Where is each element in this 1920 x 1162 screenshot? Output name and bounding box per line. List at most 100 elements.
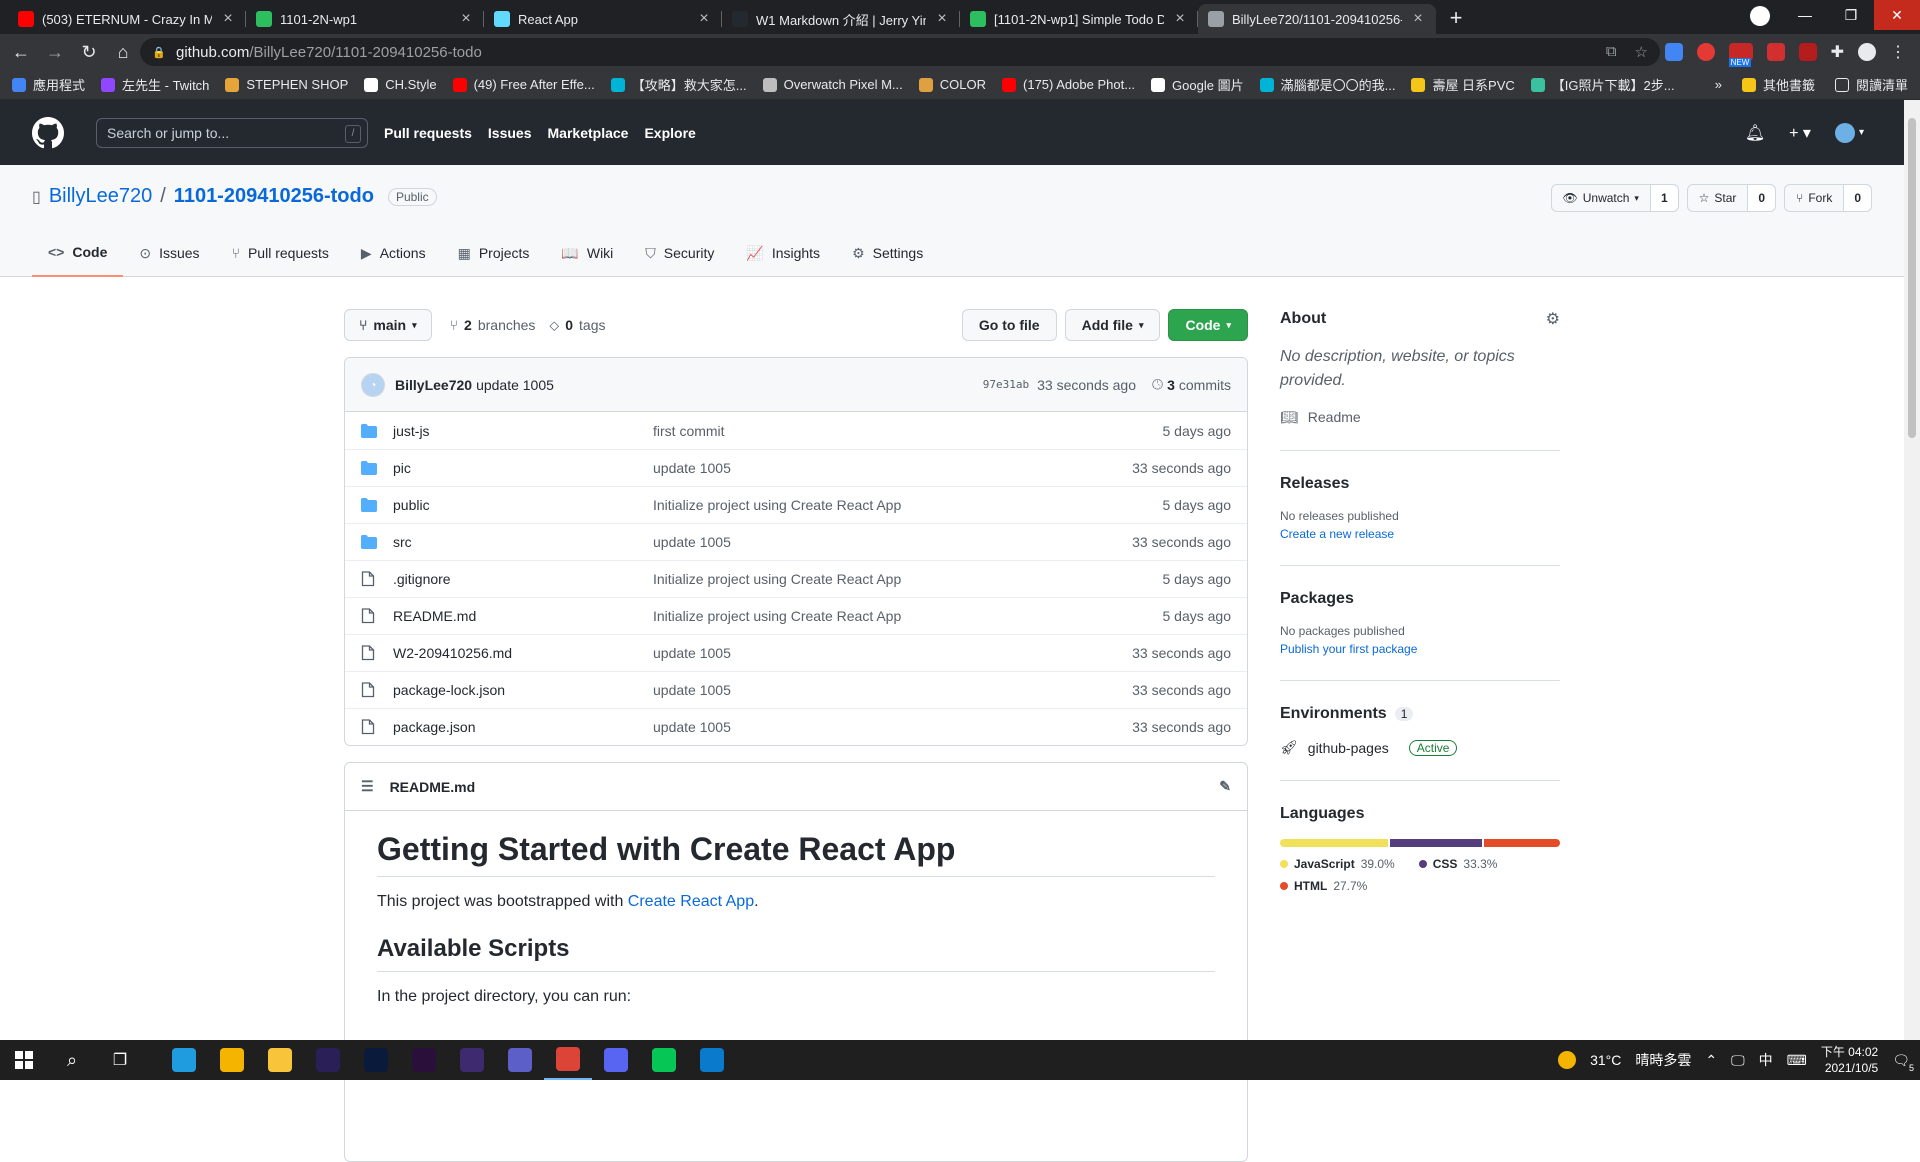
line-icon[interactable] (640, 1040, 688, 1080)
search-icon[interactable]: ⌕ (48, 1040, 96, 1080)
search-input[interactable]: Search or jump to... / (96, 117, 368, 148)
close-tab-icon[interactable]: × (220, 10, 236, 28)
ime-indicator[interactable]: 中 (1759, 1050, 1773, 1070)
commit-sha[interactable]: 97e31ab (983, 378, 1029, 391)
watch-count[interactable]: 1 (1649, 185, 1678, 211)
bookmark-item[interactable]: CH.Style (364, 77, 437, 92)
tab-issues[interactable]: ⊙ Issues (123, 229, 215, 277)
other-bookmarks[interactable]: 其他書籤 (1741, 75, 1815, 94)
chrome-menu-icon[interactable]: ⋮ (1890, 42, 1906, 62)
commits-link[interactable]: 🕓︎ 3 commits (1152, 376, 1231, 393)
tab-insights[interactable]: 📈 Insights (730, 229, 836, 277)
fork-button[interactable]: ⑂ Fork (1785, 185, 1843, 211)
vertical-scrollbar[interactable] (1904, 100, 1920, 1040)
table-row[interactable]: public Initialize project using Create Re… (345, 486, 1247, 523)
clock[interactable]: 下午 04:02 2021/10/5 (1821, 1044, 1878, 1076)
extension-red-icon[interactable] (1766, 43, 1785, 61)
create-release-link[interactable]: Create a new release (1280, 527, 1560, 541)
extensions-puzzle-icon[interactable]: ✚ (1831, 42, 1844, 62)
close-tab-icon[interactable]: × (934, 10, 950, 28)
notifications-bell-icon[interactable]: 🔔︎ (1745, 123, 1765, 143)
commit-message-link[interactable]: Initialize project using Create React Ap… (653, 497, 901, 513)
network-icon[interactable]: 🖵︎ (1731, 1052, 1745, 1069)
bookmark-item[interactable]: (49) Free After Effe... (452, 77, 595, 92)
chrome-icon[interactable] (208, 1040, 256, 1080)
gear-icon[interactable]: ⚙ (1546, 309, 1560, 329)
global-nav-explore[interactable]: Explore (644, 125, 695, 141)
environment-name[interactable]: github-pages (1308, 740, 1389, 756)
tab-settings[interactable]: ⚙ Settings (836, 229, 939, 277)
commit-author[interactable]: BillyLee720 (395, 377, 472, 393)
bookmark-item[interactable]: 壽屋 日系PVC (1411, 75, 1515, 94)
ublock-icon[interactable] (1798, 43, 1817, 61)
chevron-up-icon[interactable]: ⌃ (1705, 1052, 1717, 1069)
home-button[interactable]: ⌂ (106, 35, 140, 69)
tab-projects[interactable]: ▦ Projects (442, 229, 546, 277)
tab-wiki[interactable]: 📖 Wiki (545, 229, 629, 277)
commit-message-link[interactable]: update 1005 (653, 719, 731, 735)
close-window-button[interactable]: ✕ (1874, 0, 1920, 30)
bookmark-item[interactable]: 左先生 - Twitch (101, 75, 209, 94)
language-item[interactable]: HTML 27.7% (1280, 879, 1367, 893)
lock-icon[interactable]: 🔒 (152, 46, 166, 59)
scrollbar-thumb[interactable] (1908, 118, 1916, 438)
table-row[interactable]: package-lock.json update 1005 33 seconds a… (345, 671, 1247, 708)
commit-message-link[interactable]: first commit (653, 423, 725, 439)
tab-search-icon[interactable] (1750, 6, 1770, 26)
weather-temp[interactable]: 31°C (1590, 1052, 1621, 1068)
minimize-button[interactable]: — (1782, 0, 1828, 30)
new-tab-button[interactable]: + (1442, 4, 1470, 32)
commit-message-link[interactable]: update 1005 (653, 682, 731, 698)
browser-tab[interactable]: React App × (484, 4, 722, 34)
restore-button[interactable]: ❐ (1828, 0, 1874, 30)
extension-blue-icon[interactable] (1664, 43, 1683, 61)
forward-button[interactable]: → (38, 35, 72, 69)
file-name-link[interactable]: README.md (393, 608, 653, 624)
translate-icon[interactable]: ⧉ (1606, 43, 1617, 61)
star-button[interactable]: ☆ Star (1688, 185, 1748, 211)
bookmark-item[interactable]: 應用程式 (12, 75, 85, 94)
tab-actions[interactable]: ▶ Actions (345, 229, 442, 277)
extension-new-icon[interactable]: NEW (1728, 43, 1753, 67)
file-name-link[interactable]: src (393, 534, 653, 550)
global-nav-marketplace[interactable]: Marketplace (548, 125, 629, 141)
bookmark-star-icon[interactable]: ☆ (1635, 43, 1648, 61)
keyboard-icon[interactable]: ⌨︎ (1787, 1052, 1807, 1069)
file-name-link[interactable]: public (393, 497, 653, 513)
commit-message-link[interactable]: Initialize project using Create React Ap… (653, 608, 901, 624)
environments-title[interactable]: Environments (1280, 705, 1387, 723)
profile-avatar[interactable] (1858, 43, 1876, 61)
go-to-file-button[interactable]: Go to file (961, 309, 1057, 341)
commit-message-link[interactable]: update 1005 (653, 534, 731, 550)
close-tab-icon[interactable]: × (1410, 10, 1426, 28)
commit-message-link[interactable]: update 1005 (653, 645, 731, 661)
bookmark-item[interactable]: 【IG照片下載】2步... (1530, 75, 1675, 94)
repo-name-link[interactable]: 1101-209410256-todo (174, 185, 374, 208)
weather-icon[interactable] (1558, 1051, 1577, 1069)
bookmark-item[interactable]: Overwatch Pixel M... (762, 77, 903, 92)
language-item[interactable]: JavaScript 39.0% (1280, 857, 1395, 871)
reading-list[interactable]: 閱讀清單 (1834, 75, 1908, 94)
teams-icon[interactable] (496, 1040, 544, 1080)
commit-message-link[interactable]: update 1005 (653, 460, 731, 476)
branch-selector[interactable]: ⑂ main ▾ (344, 309, 432, 341)
edge-icon[interactable] (160, 1040, 208, 1080)
after-effects-icon[interactable] (304, 1040, 352, 1080)
tags-link[interactable]: ⬦ 0 tags (549, 317, 605, 334)
table-row[interactable]: src update 1005 33 seconds ago (345, 523, 1247, 560)
bookmark-item[interactable]: Google 圖片 (1151, 75, 1244, 94)
notification-icon[interactable]: 🗨︎ 5 (1892, 1052, 1914, 1073)
back-button[interactable]: ← (4, 35, 38, 69)
address-bar[interactable]: 🔒 github.com/BillyLee720/1101-209410256-… (140, 38, 1660, 66)
user-avatar-menu[interactable]: ▾ (1834, 122, 1864, 143)
table-row[interactable]: W2-209410256.md update 1005 33 seconds ago (345, 634, 1247, 671)
tab-code[interactable]: <> Code (32, 229, 124, 277)
visual-studio-icon[interactable] (448, 1040, 496, 1080)
list-icon[interactable]: ☰ (361, 778, 374, 795)
bookmark-item[interactable]: 滿腦都是〇〇的我... (1259, 75, 1395, 94)
bookmark-item[interactable]: STEPHEN SHOP (225, 77, 348, 92)
file-name-link[interactable]: W2-209410256.md (393, 645, 653, 661)
file-explorer-icon[interactable] (256, 1040, 304, 1080)
create-new-icon[interactable]: + ▾ (1789, 123, 1811, 143)
releases-title[interactable]: Releases (1280, 475, 1560, 493)
